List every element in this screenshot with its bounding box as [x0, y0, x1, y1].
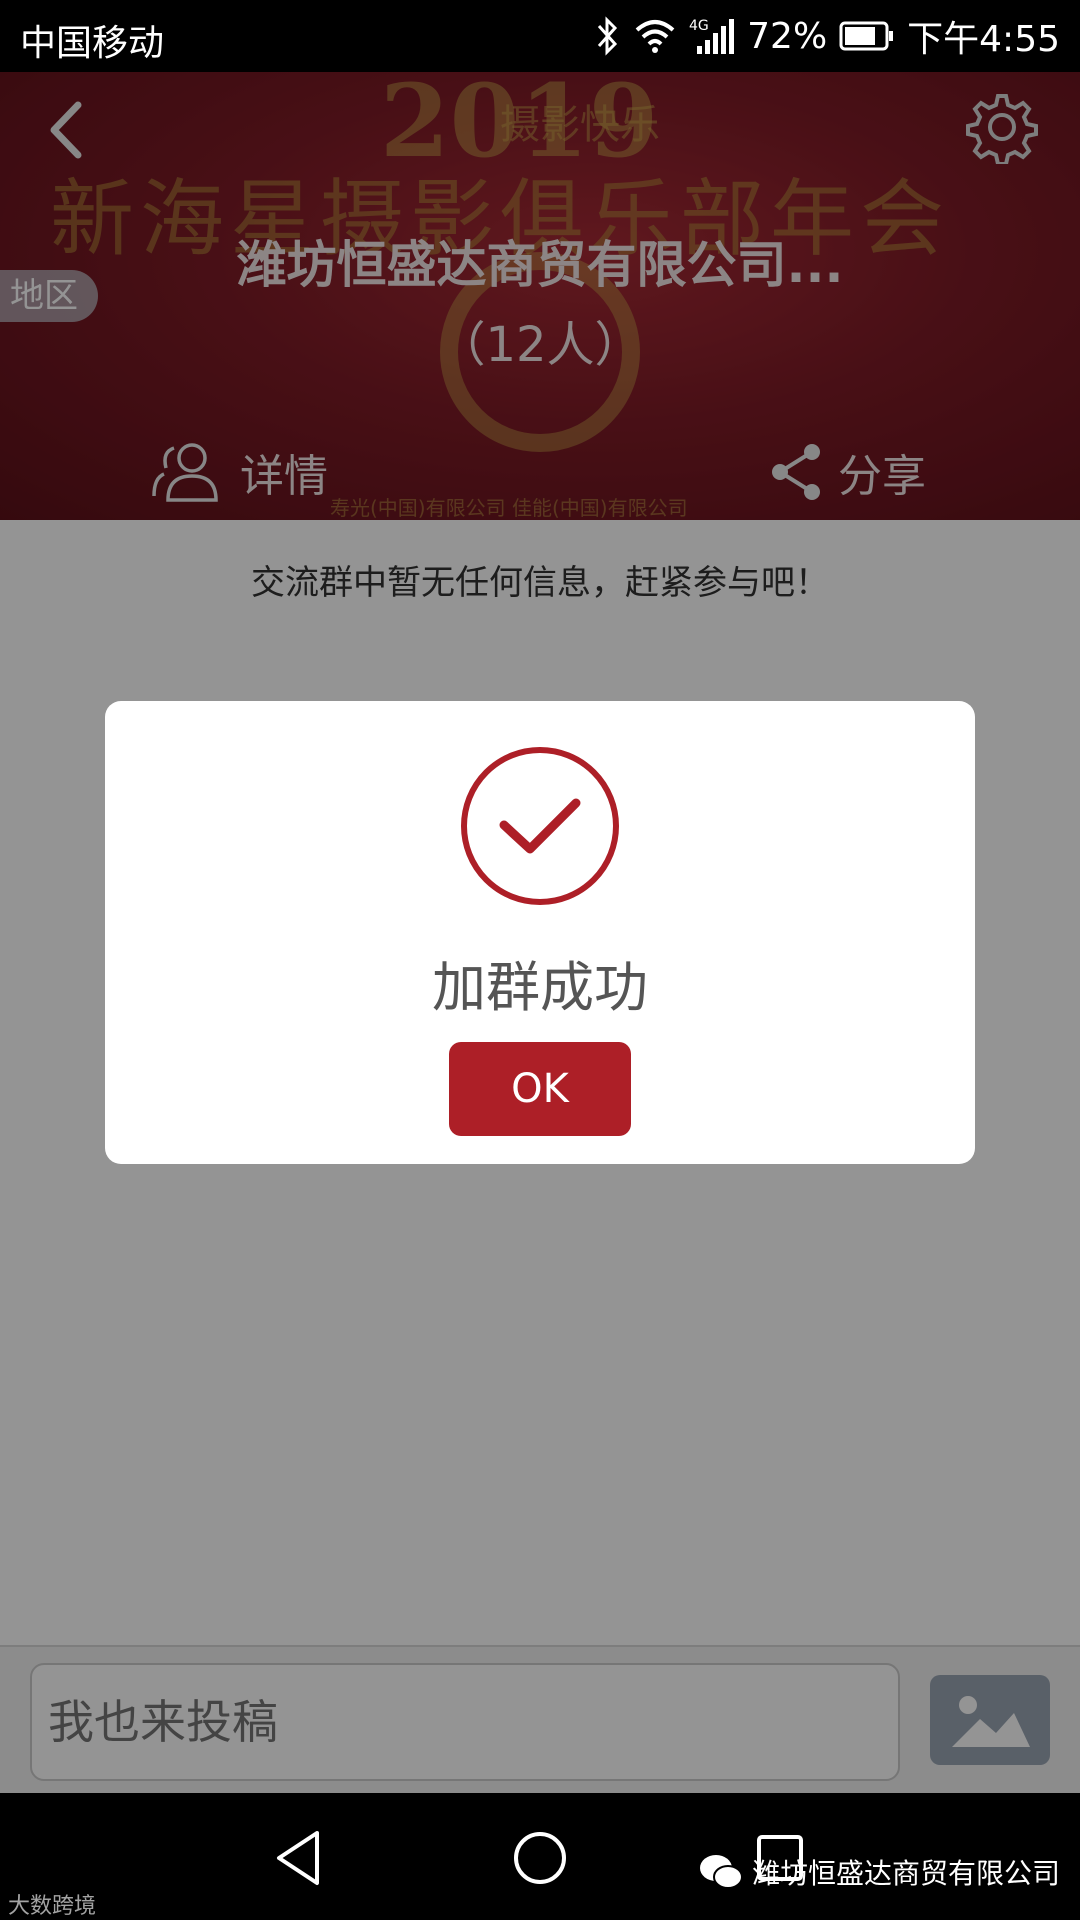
battery-percent: 72%: [747, 15, 828, 57]
wifi-icon: [635, 20, 675, 53]
clock: 下午4:55: [907, 19, 1060, 60]
status-bar: 中国移动 4G 72% 下午4:55: [0, 0, 1080, 72]
watermark-right: 潍坊恒盛达商贸有限公司: [698, 1852, 1060, 1892]
check-circle-icon: [461, 747, 619, 905]
nav-back-icon[interactable]: [265, 1823, 335, 1893]
status-icons: 4G 72% 下午4:55: [593, 12, 1060, 60]
nav-home-icon[interactable]: [505, 1823, 575, 1893]
bluetooth-icon: [598, 16, 618, 56]
watermark-right-label: 潍坊恒盛达商贸有限公司: [752, 1857, 1061, 1890]
wechat-icon: [700, 1855, 743, 1889]
battery-icon: [839, 21, 894, 51]
carrier-label: 中国移动: [20, 23, 165, 64]
signal-icon: 4G: [689, 18, 735, 54]
join-success-dialog: 加群成功 OK: [105, 701, 975, 1164]
ok-button[interactable]: OK: [449, 1042, 631, 1136]
network-type: 4G: [689, 18, 709, 34]
watermark-left: 大数跨境: [8, 1894, 97, 1919]
dialog-message: 加群成功: [432, 956, 648, 1019]
